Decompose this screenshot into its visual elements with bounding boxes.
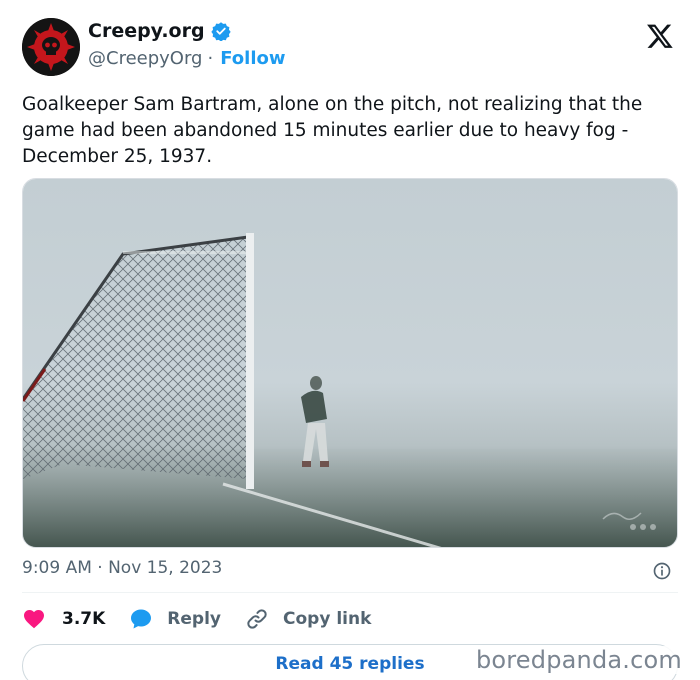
reply-button[interactable]: Reply: [129, 607, 221, 631]
x-logo-icon[interactable]: [646, 22, 674, 50]
handle-row: @CreepyOrg · Follow: [88, 48, 286, 69]
divider: [22, 592, 678, 593]
info-icon[interactable]: [652, 561, 672, 581]
heart-icon: [24, 610, 44, 629]
copy-link-button[interactable]: Copy link: [245, 607, 371, 631]
foggy-pitch-photo: [23, 179, 677, 547]
copy-link-label: Copy link: [283, 609, 372, 629]
follow-button[interactable]: Follow: [220, 48, 285, 69]
author-name-row: Creepy.org: [88, 20, 231, 42]
like-button[interactable]: 3.7K: [22, 607, 105, 631]
action-bar: 3.7K Reply Copy link: [22, 604, 395, 634]
like-count: 3.7K: [62, 609, 106, 629]
skull-logo-icon: [22, 18, 80, 76]
read-replies-label: Read 45 replies: [275, 654, 425, 674]
watermark: boredpanda.com: [471, 646, 686, 674]
verified-badge-icon: [210, 22, 231, 41]
link-icon: [247, 609, 267, 629]
post-image[interactable]: [22, 178, 678, 548]
handle[interactable]: @CreepyOrg: [88, 48, 202, 69]
separator: ·: [207, 48, 214, 69]
post-timestamp[interactable]: 9:09 AM · Nov 15, 2023: [22, 558, 222, 578]
speech-bubble-icon: [131, 609, 152, 629]
reply-label: Reply: [167, 609, 221, 629]
display-name[interactable]: Creepy.org: [88, 20, 205, 42]
post-header: Creepy.org @CreepyOrg · Follow: [22, 18, 678, 78]
post-text: Goalkeeper Sam Bartram, alone on the pit…: [22, 94, 643, 167]
avatar[interactable]: [22, 18, 80, 76]
